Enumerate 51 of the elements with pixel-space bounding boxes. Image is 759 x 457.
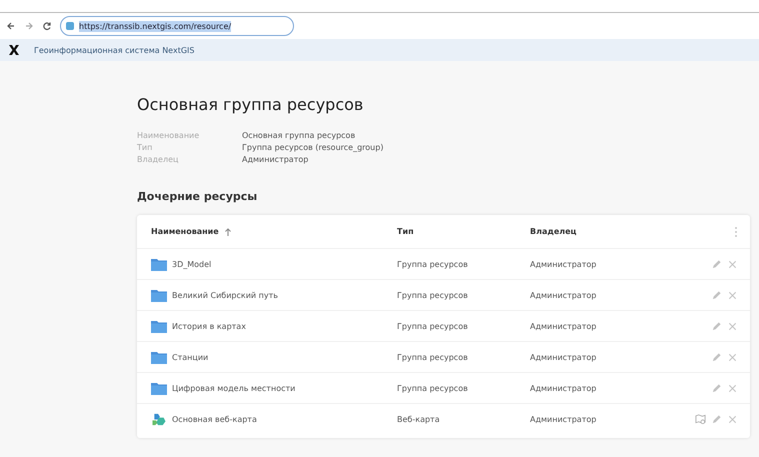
forward-icon[interactable]	[24, 21, 34, 31]
table-cell: Группа ресурсов	[397, 352, 468, 362]
edit-icon[interactable]	[711, 352, 722, 362]
property-label: Наименование	[137, 131, 200, 140]
column-header[interactable]: Владелец	[530, 227, 576, 236]
page-title: Основная группа ресурсов	[137, 95, 364, 114]
resource-link[interactable]: Основная веб-карта	[172, 414, 257, 424]
site-info-icon[interactable]	[65, 21, 75, 31]
table-cell: Администратор	[530, 352, 596, 362]
delete-icon[interactable]	[727, 258, 738, 270]
table-cell: Группа ресурсов	[397, 260, 468, 268]
delete-icon[interactable]	[727, 352, 738, 362]
edit-icon[interactable]	[711, 382, 722, 394]
resource-link[interactable]: 3D_Model	[172, 260, 212, 268]
property-label: Тип	[137, 143, 154, 152]
delete-icon[interactable]	[727, 382, 738, 394]
edit-icon[interactable]	[711, 290, 722, 300]
table-cell: Администратор	[530, 384, 596, 392]
resource-link[interactable]: Станции	[172, 352, 208, 362]
table-cell: Администратор	[530, 322, 596, 330]
table-cell: Группа ресурсов	[397, 290, 468, 300]
delete-icon[interactable]	[727, 414, 738, 424]
column-header[interactable]: Наименование	[151, 227, 219, 236]
property-value: Основная группа ресурсов	[242, 131, 356, 140]
edit-icon[interactable]	[711, 258, 722, 270]
resource-link[interactable]: История в картах	[172, 322, 246, 330]
url-text: https://transsib.nextgis.com/resource/	[79, 20, 232, 32]
resource-link[interactable]: Великий Сибирский путь	[172, 290, 278, 300]
delete-icon[interactable]	[727, 290, 738, 300]
table-cell: Группа ресурсов	[397, 322, 468, 330]
table-cell: Администратор	[530, 260, 596, 268]
edit-icon[interactable]	[711, 320, 722, 332]
column-header[interactable]: Тип	[397, 227, 414, 236]
property-value: Администратор	[242, 155, 310, 164]
table-cell: Группа ресурсов	[397, 384, 468, 392]
reload-icon[interactable]	[42, 21, 52, 31]
map-preview-icon[interactable]	[695, 414, 706, 424]
back-icon[interactable]	[6, 21, 16, 31]
delete-icon[interactable]	[727, 320, 738, 332]
property-label: Владелец	[137, 155, 180, 164]
address-bar[interactable]: https://transsib.nextgis.com/resource/	[60, 16, 294, 36]
table-cell: Веб-карта	[397, 414, 440, 424]
property-value: Группа ресурсов (resource_group)	[242, 143, 384, 152]
resource-link[interactable]: Цифровая модель местности	[172, 384, 296, 392]
section-title: Дочерние ресурсы	[137, 190, 258, 203]
logo-icon[interactable]	[8, 44, 20, 56]
table-cell: Администратор	[530, 414, 596, 424]
app-title[interactable]: Геоинформационная система NextGIS	[34, 46, 194, 54]
edit-icon[interactable]	[711, 414, 722, 424]
more-vertical-icon[interactable]	[734, 226, 738, 238]
table-cell: Администратор	[530, 290, 596, 300]
